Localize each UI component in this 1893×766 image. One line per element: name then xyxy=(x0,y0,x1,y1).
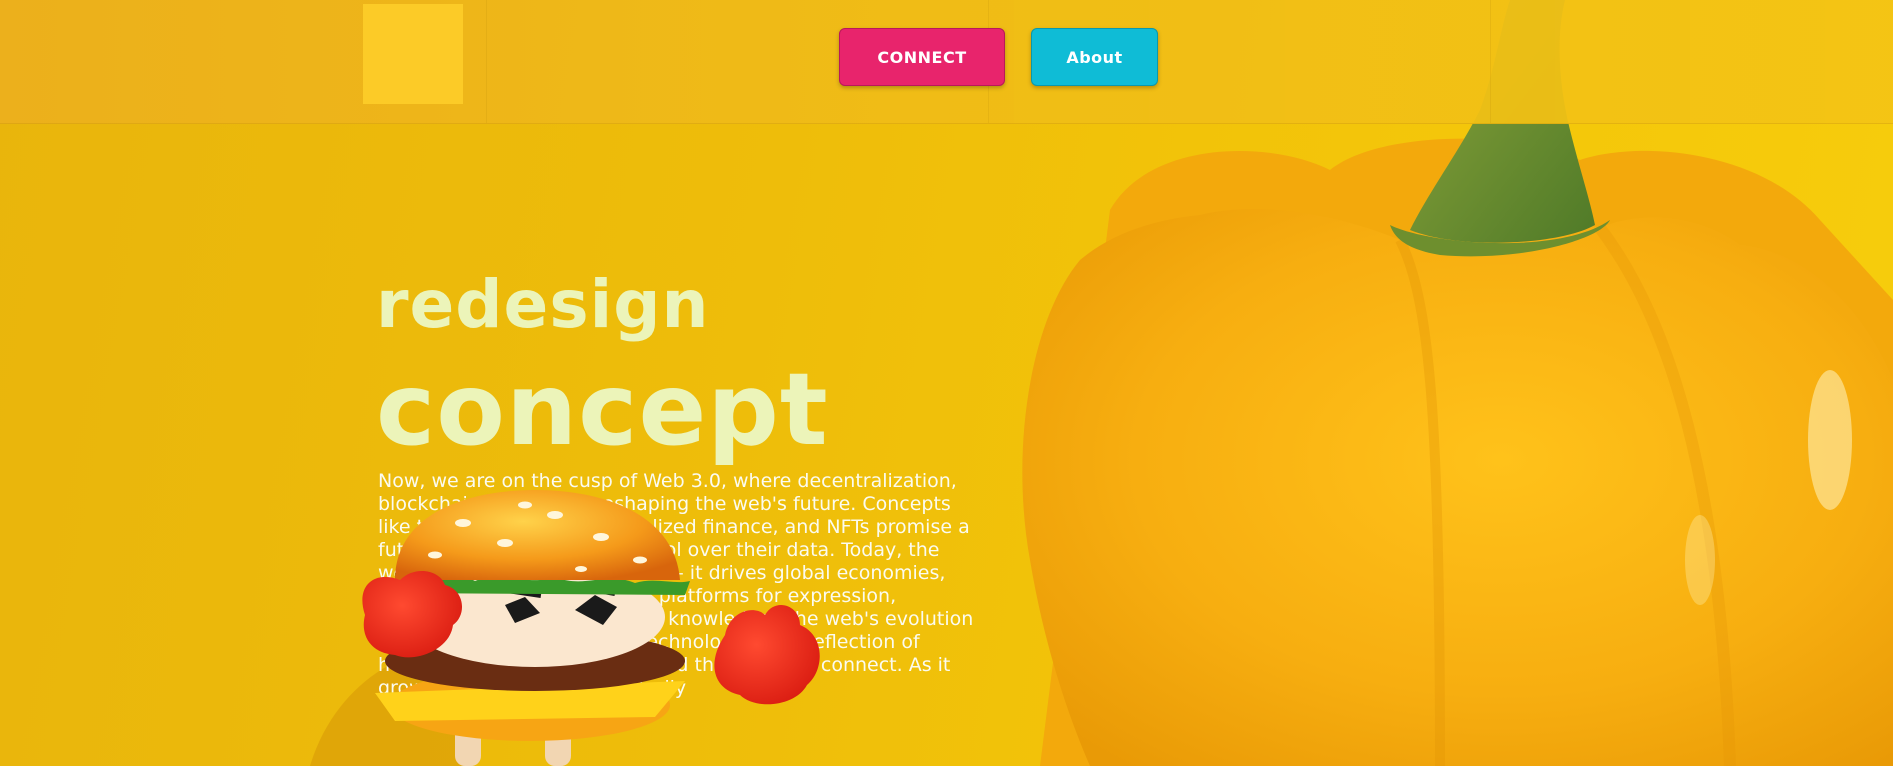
header-divider xyxy=(486,0,487,123)
hero-title-line1: redesign xyxy=(376,266,710,343)
connect-button[interactable]: CONNECT xyxy=(839,28,1005,86)
header-bar: CONNECT About xyxy=(0,0,1893,124)
logo[interactable] xyxy=(363,4,463,104)
about-button[interactable]: About xyxy=(1031,28,1158,86)
burger-mascot-icon xyxy=(362,490,820,766)
header-divider xyxy=(1490,0,1491,123)
hero-title-line2: concept xyxy=(376,351,829,468)
